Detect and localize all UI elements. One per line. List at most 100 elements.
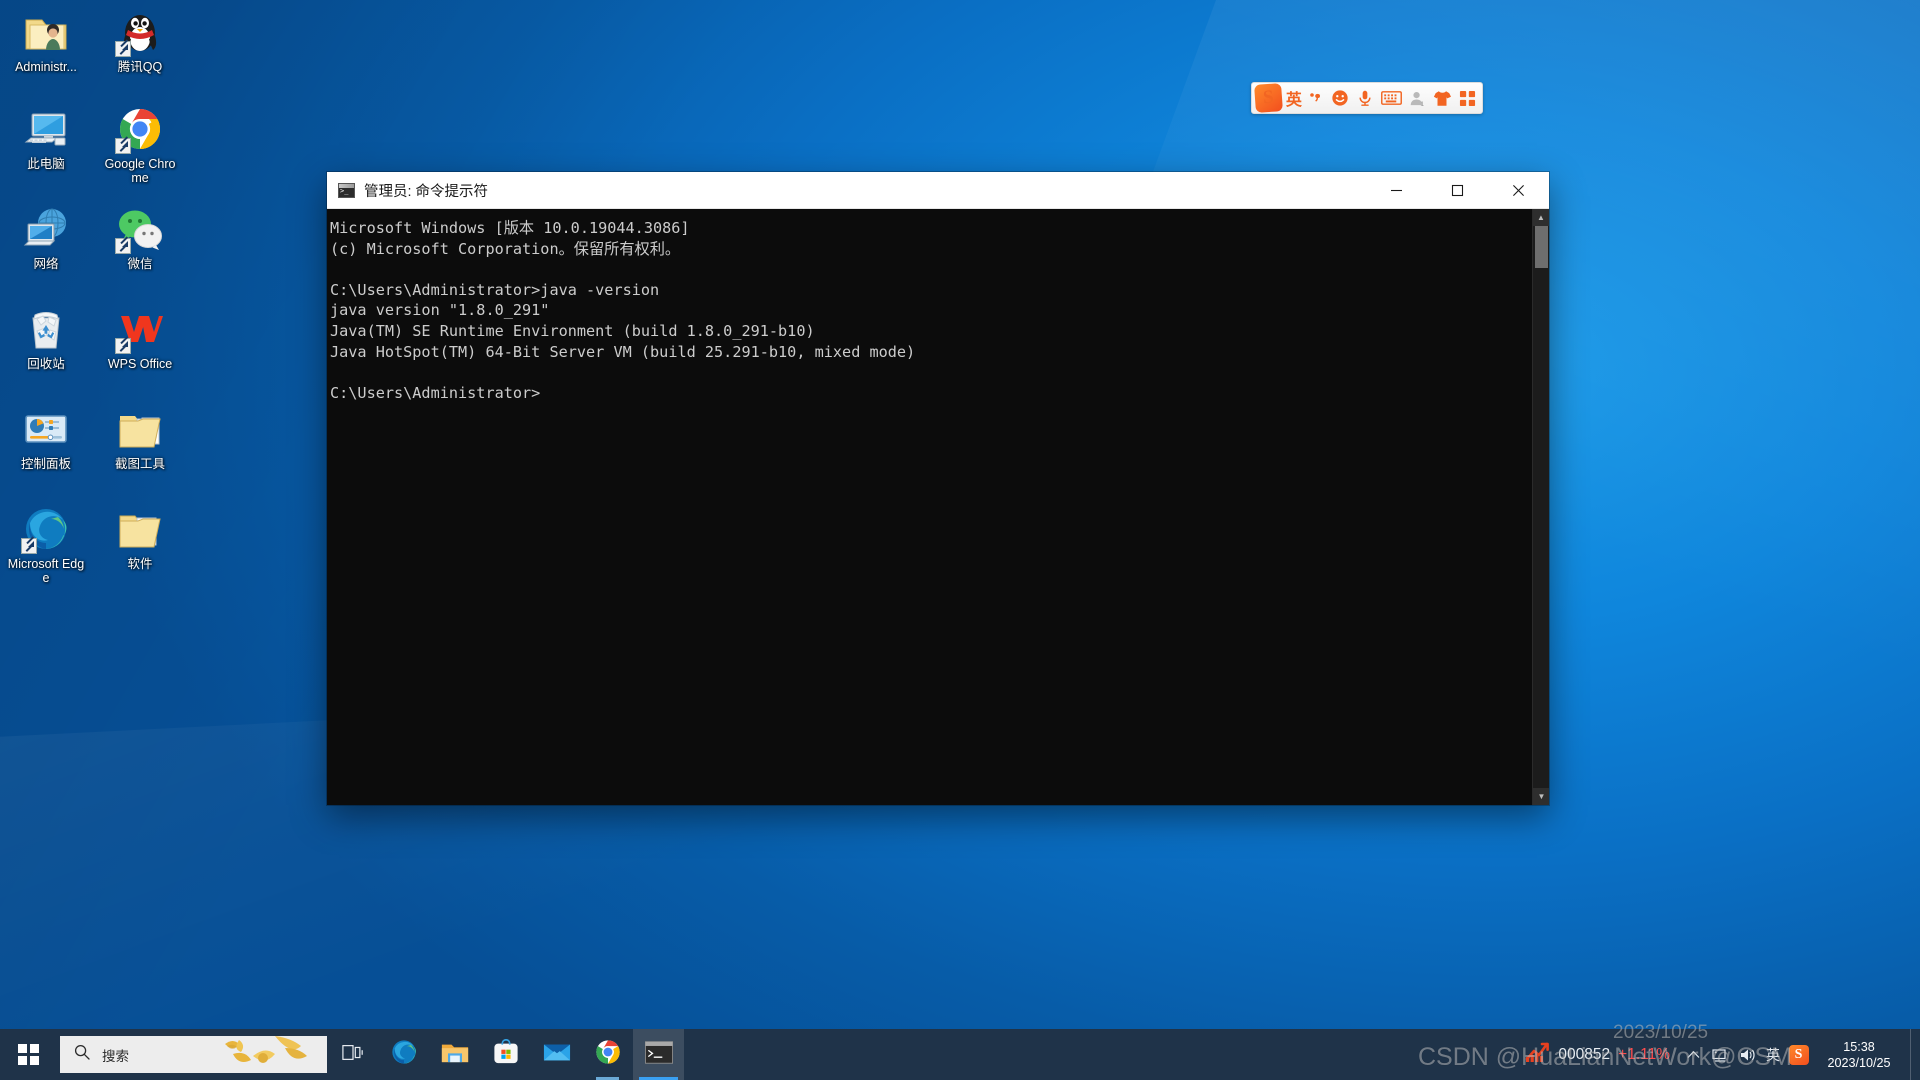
this-pc-icon bbox=[22, 105, 70, 153]
ime-punctuation-icon[interactable] bbox=[1306, 90, 1327, 106]
shortcut-overlay-icon bbox=[115, 238, 131, 254]
network-tray-icon[interactable] bbox=[1707, 1029, 1734, 1080]
close-button[interactable] bbox=[1488, 172, 1549, 209]
terminal-output: Microsoft Windows [版本 10.0.19044.3086] (… bbox=[330, 219, 916, 402]
user-folder-icon bbox=[22, 8, 70, 56]
stock-ticker-widget[interactable]: 000852 +1.11% bbox=[1520, 1040, 1680, 1069]
wps-office-icon bbox=[115, 305, 164, 354]
ime-soft-keyboard-icon[interactable] bbox=[1379, 90, 1404, 106]
ime-emoji-icon[interactable] bbox=[1329, 89, 1352, 107]
windows-logo-icon bbox=[18, 1044, 39, 1065]
chevron-up-icon bbox=[1687, 1046, 1700, 1064]
shortcut-overlay-icon bbox=[115, 138, 131, 154]
show-desktop-button[interactable] bbox=[1910, 1029, 1920, 1080]
minimize-button[interactable] bbox=[1366, 172, 1427, 209]
desktop-icon-google-chrome[interactable]: Google Chrome bbox=[101, 105, 179, 185]
taskbar-chrome-button[interactable] bbox=[582, 1029, 633, 1080]
search-input[interactable]: 搜索 bbox=[60, 1036, 327, 1073]
taskbar-edge-button[interactable] bbox=[378, 1029, 429, 1080]
ime-user-icon[interactable]: 1 bbox=[1406, 90, 1429, 107]
shortcut-overlay-icon bbox=[115, 338, 131, 354]
clock-time: 15:38 bbox=[1843, 1039, 1875, 1054]
desktop-icon-microsoft-edge[interactable]: Microsoft Edge bbox=[7, 505, 85, 585]
system-tray[interactable]: 000852 +1.11% 英 S 15:38 2023/10/25 bbox=[1520, 1029, 1920, 1080]
taskbar[interactable]: 搜索 000852 +1.11% 英 S 15:38 2023/10/25 bbox=[0, 1029, 1920, 1080]
search-decoration-icon bbox=[223, 1036, 327, 1073]
wechat-icon bbox=[115, 205, 164, 254]
recycle-bin-icon bbox=[22, 305, 70, 353]
file-explorer-icon bbox=[441, 1040, 469, 1070]
desktop-icon-label: Microsoft Edge bbox=[7, 557, 85, 585]
desktop-icon-label: 控制面板 bbox=[20, 457, 71, 471]
network-icon bbox=[22, 205, 70, 253]
command-prompt-window[interactable]: 管理员: 命令提示符 Microsoft Windows [版本 10.0.19… bbox=[327, 172, 1549, 805]
shortcut-overlay-icon bbox=[115, 41, 131, 57]
ime-mode-english-icon[interactable]: 英 bbox=[1284, 86, 1304, 110]
chrome-icon bbox=[115, 105, 164, 154]
snipping-tool-folder-icon bbox=[116, 405, 164, 453]
command-prompt-icon bbox=[644, 1040, 673, 1069]
desktop-icon-snipping-tool[interactable]: 截图工具 bbox=[101, 405, 179, 471]
taskbar-microsoft-store-button[interactable] bbox=[480, 1029, 531, 1080]
taskbar-file-explorer-button[interactable] bbox=[429, 1029, 480, 1080]
ime-skin-icon[interactable] bbox=[1431, 90, 1454, 107]
software-folder-icon bbox=[116, 505, 164, 553]
terminal-body[interactable]: Microsoft Windows [版本 10.0.19044.3086] (… bbox=[327, 209, 1549, 805]
scroll-down-arrow-icon[interactable]: ▼ bbox=[1533, 788, 1549, 805]
sogou-ime-toolbar[interactable]: S 英 1 bbox=[1251, 82, 1483, 114]
desktop-icon-tencent-qq[interactable]: 腾讯QQ bbox=[101, 8, 179, 74]
desktop-icon-network[interactable]: 网络 bbox=[7, 205, 85, 271]
stock-change: +1.11% bbox=[1618, 1045, 1670, 1063]
taskbar-clock[interactable]: 15:38 2023/10/25 bbox=[1812, 1039, 1910, 1071]
desktop-icon-label: 截图工具 bbox=[114, 457, 165, 471]
desktop-icon-this-pc[interactable]: 此电脑 bbox=[7, 105, 85, 171]
sogou-logo-icon[interactable]: S bbox=[1254, 83, 1283, 113]
ime-voice-input-icon[interactable] bbox=[1354, 89, 1377, 107]
maximize-button[interactable] bbox=[1427, 172, 1488, 209]
edge-icon bbox=[21, 505, 70, 554]
desktop-icon-label: 回收站 bbox=[27, 357, 65, 371]
taskbar-task-view-button[interactable] bbox=[327, 1029, 378, 1080]
desktop-icon-software-folder[interactable]: 软件 bbox=[101, 505, 179, 571]
chrome-icon bbox=[594, 1038, 622, 1071]
desktop-icon-control-panel[interactable]: 控制面板 bbox=[7, 405, 85, 471]
desktop-icon-administrator[interactable]: Administr... bbox=[7, 8, 85, 74]
stock-code: 000852 bbox=[1558, 1045, 1611, 1063]
desktop-icon-label: Administr... bbox=[15, 60, 77, 74]
taskbar-mail-button[interactable] bbox=[531, 1029, 582, 1080]
volume-tray-icon[interactable] bbox=[1734, 1029, 1761, 1080]
window-titlebar[interactable]: 管理员: 命令提示符 bbox=[327, 172, 1549, 209]
desktop-icon-wechat[interactable]: 微信 bbox=[101, 205, 179, 271]
desktop-icon-label: 微信 bbox=[127, 257, 153, 271]
desktop-icon-label: WPS Office bbox=[107, 357, 173, 371]
taskbar-command-prompt-button[interactable] bbox=[633, 1029, 684, 1080]
edge-icon bbox=[390, 1038, 418, 1071]
stock-chart-icon bbox=[1524, 1040, 1550, 1069]
control-panel-icon bbox=[22, 405, 70, 453]
tray-ime-mode[interactable]: 英 bbox=[1761, 1029, 1785, 1080]
qq-penguin-icon bbox=[115, 8, 164, 57]
desktop-icon-label: 软件 bbox=[127, 557, 153, 571]
search-icon bbox=[74, 1044, 90, 1065]
window-title: 管理员: 命令提示符 bbox=[364, 183, 489, 200]
ime-toolbox-icon[interactable] bbox=[1456, 90, 1479, 107]
desktop-icon-label: 网络 bbox=[33, 257, 59, 271]
cmd-icon bbox=[338, 182, 355, 198]
desktop-icon-wps-office[interactable]: WPS Office bbox=[97, 305, 183, 371]
scroll-up-arrow-icon[interactable]: ▲ bbox=[1532, 209, 1549, 226]
microsoft-store-icon bbox=[493, 1038, 519, 1070]
shortcut-overlay-icon bbox=[21, 538, 37, 554]
terminal-scrollbar[interactable]: ▲ ▼ bbox=[1532, 209, 1549, 805]
mail-icon bbox=[543, 1041, 571, 1068]
start-button[interactable] bbox=[0, 1029, 57, 1080]
scrollbar-thumb[interactable] bbox=[1535, 226, 1548, 268]
svg-text:1: 1 bbox=[1420, 101, 1424, 107]
tray-sogou-button[interactable]: S bbox=[1785, 1029, 1812, 1080]
desktop-icon-label: 此电脑 bbox=[27, 157, 65, 171]
search-placeholder: 搜索 bbox=[102, 1048, 129, 1064]
desktop-icon-label: 腾讯QQ bbox=[117, 60, 163, 74]
task-view-icon bbox=[341, 1043, 364, 1067]
desktop-icon-recycle-bin[interactable]: 回收站 bbox=[7, 305, 85, 371]
sogou-logo-icon: S bbox=[1788, 1044, 1809, 1065]
tray-expand-button[interactable] bbox=[1680, 1029, 1707, 1080]
